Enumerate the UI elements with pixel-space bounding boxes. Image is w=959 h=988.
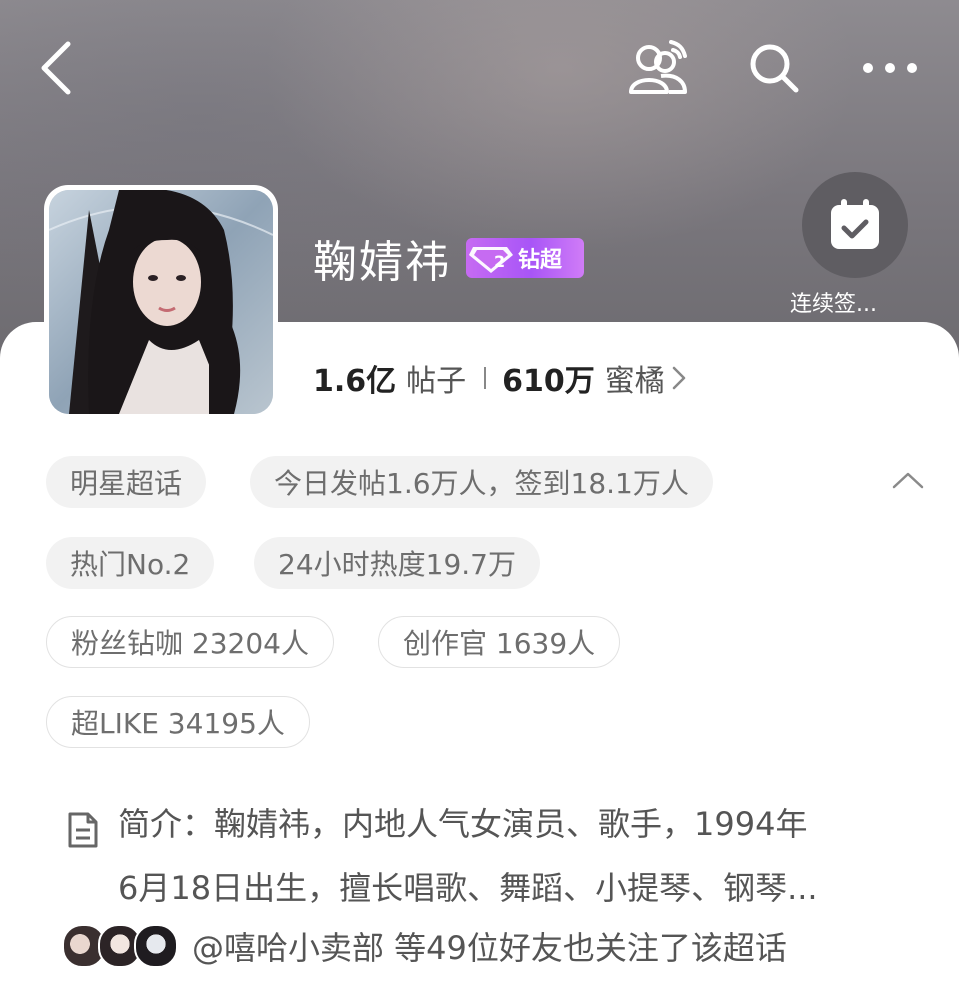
tag-daily-stats[interactable]: 今日发帖1.6万人，签到18.1万人 bbox=[250, 456, 713, 508]
search-icon bbox=[750, 44, 799, 93]
tag-heat[interactable]: 24小时热度19.7万 bbox=[254, 537, 540, 589]
friends-following-text: @嘻哈小卖部 等49位好友也关注了该超话 bbox=[192, 929, 787, 967]
chevron-right-icon bbox=[671, 364, 687, 392]
topic-stats[interactable]: 1.6亿 帖子 610万 蜜橘 bbox=[313, 356, 687, 400]
calendar-check-icon bbox=[831, 199, 879, 249]
posts-unit: 帖子 bbox=[406, 364, 467, 399]
friends-icon bbox=[629, 40, 687, 94]
tag-fans-diamond[interactable]: 粉丝钻咖 23204人 bbox=[46, 616, 334, 668]
intro-line-2: 6月18日出生，擅长唱歌、舞蹈、小提琴、钢琴... bbox=[118, 869, 818, 907]
fans-unit: 蜜橘 bbox=[604, 364, 665, 399]
posts-count: 1.6亿 bbox=[313, 364, 397, 399]
portrait-image bbox=[49, 190, 273, 414]
chevron-up-icon bbox=[892, 472, 924, 489]
checkin-button[interactable] bbox=[802, 172, 908, 278]
tag-creators[interactable]: 创作官 1639人 bbox=[378, 616, 621, 668]
level-badge[interactable]: 2 钻超 bbox=[466, 238, 584, 278]
badge-label: 钻超 bbox=[518, 248, 563, 273]
tag-super-like[interactable]: 超LIKE 34195人 bbox=[46, 696, 310, 748]
back-button[interactable] bbox=[28, 36, 84, 100]
checkin-label: 连续签... bbox=[790, 292, 877, 317]
topic-name: 鞠婧祎 bbox=[313, 237, 451, 288]
diamond-icon: 2 bbox=[466, 238, 516, 278]
tag-category[interactable]: 明星超话 bbox=[46, 456, 207, 508]
search-button[interactable] bbox=[742, 36, 806, 100]
stats-divider bbox=[484, 367, 487, 389]
topic-avatar[interactable] bbox=[44, 185, 278, 419]
chevron-left-icon bbox=[41, 41, 71, 95]
more-button[interactable] bbox=[856, 44, 924, 92]
fans-count: 610万 bbox=[502, 364, 595, 399]
document-icon bbox=[66, 806, 100, 870]
tag-hot-rank[interactable]: 热门No.2 bbox=[46, 537, 215, 589]
intro-line-1: 简介：鞠婧祎，内地人气女演员、歌手，1994年 bbox=[118, 805, 808, 843]
more-icon bbox=[863, 63, 917, 73]
badge-level: 2 bbox=[494, 252, 505, 271]
friends-following[interactable]: @嘻哈小卖部 等49位好友也关注了该超话 bbox=[62, 922, 787, 970]
collapse-tags-button[interactable] bbox=[886, 460, 930, 500]
friend-avatar bbox=[134, 924, 178, 968]
friends-button[interactable] bbox=[622, 34, 694, 100]
